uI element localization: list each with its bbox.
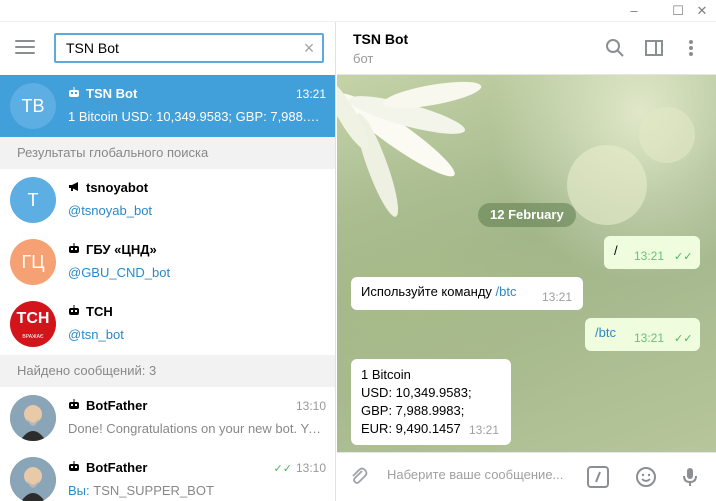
- result-title: BotFather: [68, 398, 147, 413]
- read-check-icon: ✓✓: [674, 251, 693, 263]
- result-time: 13:10: [295, 399, 326, 413]
- result-preview: Вы: TSN_SUPPER_BOT: [68, 483, 326, 498]
- message-time: 13:21: [634, 331, 665, 345]
- message-line: 1 Bitcoin: [361, 367, 411, 382]
- search-bar: ×: [0, 22, 335, 75]
- message-text: /btc: [595, 325, 616, 340]
- message-line: GBP: 7,988.9983;: [361, 403, 465, 418]
- menu-icon[interactable]: [15, 40, 35, 56]
- chat-header: TSN Bot бот: [337, 22, 716, 75]
- search-input[interactable]: [54, 33, 324, 63]
- result-username: @tsn_bot: [68, 327, 124, 342]
- result-title-text: ГБУ «ЦНД»: [86, 242, 157, 257]
- botfather-avatar: [10, 395, 56, 441]
- you-prefix: Вы:: [68, 483, 94, 498]
- close-window-button[interactable]: ✕: [692, 2, 712, 20]
- global-search-header: Результаты глобального поиска: [0, 137, 335, 169]
- date-separator: 12 February: [478, 203, 576, 227]
- chat-time: 13:21: [295, 87, 326, 101]
- message-time: 13:21: [469, 423, 500, 437]
- chat-title: TSN Bot: [68, 86, 137, 101]
- emoji-icon[interactable]: [634, 465, 658, 489]
- result-title: ГБУ «ЦНД»: [68, 242, 157, 257]
- result-title-text: tsnoyabot: [86, 180, 149, 195]
- window-titlebar: – ☐ ✕: [0, 0, 716, 22]
- search-results: TB TSN Bot 13:21 1 Bitcoin USD: 10,349.9…: [0, 75, 335, 501]
- chat-header-status: бот: [353, 51, 374, 66]
- global-result-row[interactable]: ТСН ВРАЖАЄ ТСН @tsn_bot: [0, 293, 335, 355]
- message-time: 13:21: [634, 249, 665, 263]
- search-icon[interactable]: [604, 37, 626, 59]
- global-result-row[interactable]: T tsnoyabot @tsnoyab_bot: [0, 169, 335, 231]
- sidebar-toggle-icon[interactable]: [643, 37, 665, 59]
- clear-search-icon[interactable]: ×: [299, 38, 319, 58]
- chat-preview: 1 Bitcoin USD: 10,349.9583; GBP: 7,988.9…: [68, 109, 326, 124]
- bot-icon: [68, 305, 82, 319]
- message-area: 12 February / 13:21 ✓✓ Используйте коман…: [337, 75, 716, 452]
- result-username: @tsnoyab_bot: [68, 203, 153, 218]
- read-check-icon: ✓✓: [674, 333, 693, 345]
- message-time: 13:21: [542, 290, 573, 304]
- chat-row-tsn-bot[interactable]: TB TSN Bot 13:21 1 Bitcoin USD: 10,349.9…: [0, 75, 335, 137]
- result-title: tsnoyabot: [68, 180, 148, 195]
- avatar: TB: [10, 83, 56, 129]
- tsn-logo-avatar: ТСН ВРАЖАЄ: [10, 301, 56, 347]
- result-title: ТСН: [68, 304, 113, 319]
- result-title: BotFather: [68, 460, 147, 475]
- bot-icon: [68, 87, 82, 101]
- microphone-icon[interactable]: [678, 465, 702, 489]
- message-in[interactable]: Используйте команду /btc 13:21: [351, 277, 583, 310]
- result-username: @GBU_CND_bot: [68, 265, 171, 280]
- message-result-row[interactable]: BotFather 13:10 Done! Congratulations on…: [0, 387, 335, 449]
- maximize-button[interactable]: ☐: [668, 2, 688, 20]
- message-text: /: [614, 243, 618, 258]
- bot-icon: [68, 399, 82, 413]
- message-in[interactable]: 1 Bitcoin USD: 10,349.9583; GBP: 7,988.9…: [351, 359, 511, 445]
- result-preview-text: TSN_SUPPER_BOT: [93, 483, 214, 498]
- bot-icon: [68, 243, 82, 257]
- global-result-row[interactable]: ГЦ ГБУ «ЦНД» @GBU_CND_bot: [0, 231, 335, 293]
- chat-panel: TSN Bot бот 12 February / 13:21 ✓✓ Испол…: [337, 22, 716, 501]
- bot-icon: [68, 461, 82, 475]
- bot-commands-icon[interactable]: [586, 465, 610, 489]
- result-title-text: ТСН: [86, 304, 113, 319]
- attach-icon[interactable]: [347, 465, 371, 489]
- avatar: ГЦ: [10, 239, 56, 285]
- result-title-text: BotFather: [86, 398, 148, 413]
- command-link[interactable]: /btc: [496, 284, 517, 299]
- more-icon[interactable]: [680, 37, 702, 59]
- result-time: ✓✓ 13:10: [273, 461, 326, 475]
- message-result-row[interactable]: BotFather ✓✓ 13:10 Вы: TSN_SUPPER_BOT: [0, 449, 335, 501]
- minimize-button[interactable]: –: [624, 2, 644, 20]
- result-title-text: BotFather: [86, 460, 148, 475]
- message-line: USD: 10,349.9583;: [361, 385, 472, 400]
- read-check-icon: ✓✓: [273, 463, 292, 475]
- chat-header-title[interactable]: TSN Bot: [353, 31, 408, 47]
- message-input[interactable]: Наберите ваше сообщение...: [387, 467, 577, 482]
- message-out[interactable]: / 13:21 ✓✓: [604, 236, 700, 269]
- found-messages-header: Найдено сообщений: 3: [0, 355, 335, 387]
- megaphone-icon: [68, 181, 82, 195]
- chat-list-panel: × TB TSN Bot 13:21 1 Bitcoin USD: 10,349…: [0, 22, 336, 501]
- message-text: Используйте команду: [361, 284, 496, 299]
- chat-title-text: TSN Bot: [86, 86, 138, 101]
- avatar: T: [10, 177, 56, 223]
- avatar-logo-text: ТСН: [16, 310, 50, 327]
- botfather-avatar: [10, 457, 56, 501]
- message-out[interactable]: /btc 13:21 ✓✓: [585, 318, 700, 351]
- avatar-logo-caption: ВРАЖАЄ: [22, 334, 44, 340]
- message-composer: Наберите ваше сообщение...: [337, 452, 716, 501]
- result-preview: Done! Congratulations on your new bot. Y…: [68, 421, 326, 436]
